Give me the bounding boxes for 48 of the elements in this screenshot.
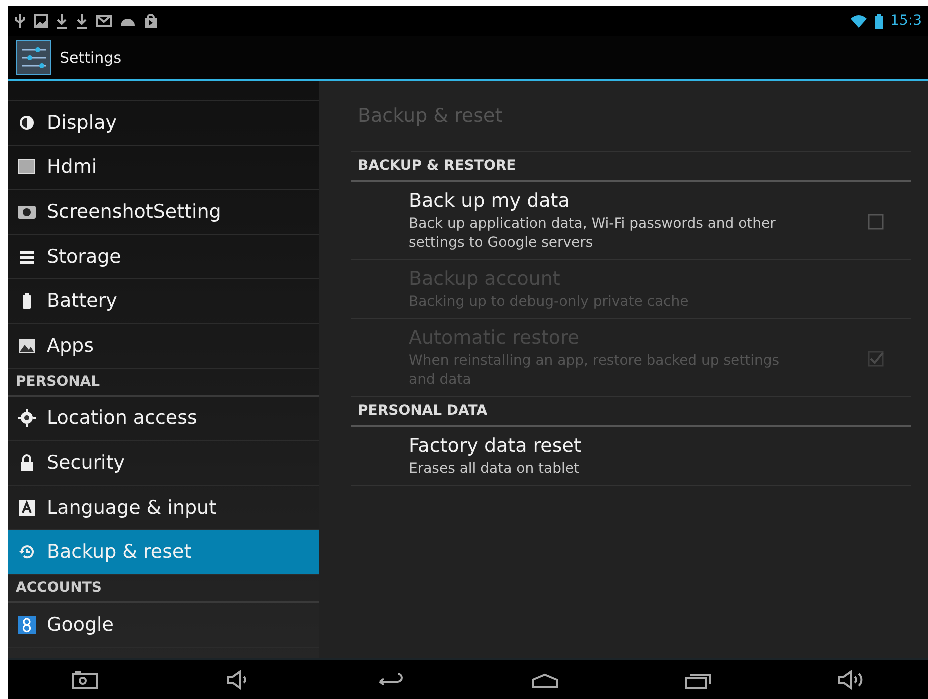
wifi-icon xyxy=(850,14,867,28)
category-header: ACCOUNTS xyxy=(8,574,319,603)
sidebar-item-label: Battery xyxy=(47,290,118,312)
category-header: PERSONAL xyxy=(8,368,319,397)
sidebar-item-label: Display xyxy=(47,112,118,134)
download-icon xyxy=(56,13,68,29)
google-account-icon xyxy=(17,614,37,635)
preference-row[interactable]: Back up my data Back up application data, Wi-Fi passwords and other settings to Google servers xyxy=(351,182,911,260)
preference-summary: Erases all data on tablet xyxy=(409,460,580,479)
shopping-bag-icon xyxy=(144,14,158,28)
sidebar-item-label: Language & input xyxy=(47,496,217,519)
sidebar-item[interactable]: Location access xyxy=(8,396,319,442)
sidebar-item[interactable]: Backup & reset xyxy=(8,530,319,575)
settings-sliders-icon[interactable] xyxy=(16,40,52,76)
download-icon xyxy=(76,13,88,29)
image-icon xyxy=(34,14,48,28)
camera-icon[interactable] xyxy=(70,668,100,690)
sidebar-item-label: Hdmi xyxy=(47,156,98,178)
preference-title: Back up my data xyxy=(409,190,571,212)
preference-title: Factory data reset xyxy=(409,435,582,457)
sidebar-item-label: Backup & reset xyxy=(47,541,192,564)
sidebar-item-label: Storage xyxy=(47,246,122,268)
sidebar-item-label: Apps xyxy=(47,334,94,357)
battery-icon xyxy=(874,14,883,28)
section-header: BACKUP & RESTORE xyxy=(351,152,911,182)
keyboard-letter-icon xyxy=(17,498,37,518)
clock-time: 15:3 xyxy=(890,13,922,29)
mail-icon xyxy=(96,14,112,28)
sidebar-item-label: Location access xyxy=(47,407,198,430)
sidebar-item-label: ScreenshotSetting xyxy=(47,200,222,223)
preference-row[interactable]: Factory data reset Erases all data on tablet xyxy=(351,427,911,486)
preference-summary: Back up application data, Wi-Fi passwords and other settings to Google servers xyxy=(409,215,777,253)
checkbox[interactable] xyxy=(867,212,885,230)
sidebar-item[interactable]: ScreenshotSetting xyxy=(8,190,319,235)
app-title: Settings xyxy=(60,48,122,66)
section-header: PERSONAL DATA xyxy=(351,397,911,427)
sidebar-item[interactable]: Security xyxy=(8,441,319,486)
sidebar-item-label: Google xyxy=(47,614,114,636)
sidebar-item[interactable]: Display xyxy=(8,101,319,146)
sidebar-item[interactable]: Apps xyxy=(8,324,319,369)
sidebar-item[interactable]: Storage xyxy=(8,234,319,280)
sidebar-item[interactable]: Hdmi xyxy=(8,146,319,190)
sidebar-item[interactable]: Google xyxy=(8,602,319,648)
sidebar-item-label: Security xyxy=(47,452,126,474)
sidebar-item[interactable]: Battery xyxy=(8,279,319,324)
location-icon xyxy=(17,408,37,428)
usb-icon xyxy=(14,13,26,29)
screen-icon xyxy=(17,157,37,178)
